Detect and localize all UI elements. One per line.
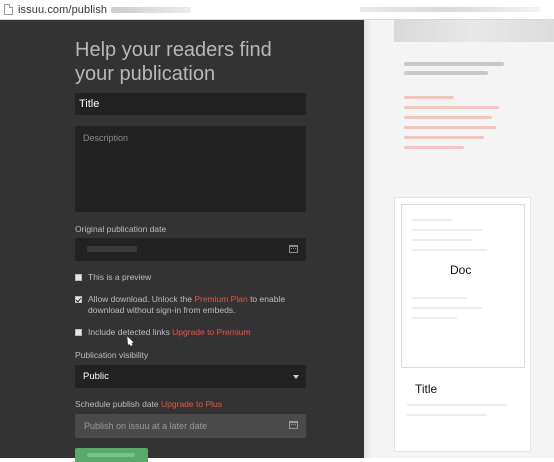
doc-line: [412, 249, 487, 251]
schedule-input[interactable]: Publish on issuu at a later date: [75, 414, 306, 438]
preview-header-blurred: [394, 20, 554, 42]
doc-line: [412, 297, 467, 299]
visibility-select[interactable]: Public: [75, 365, 306, 388]
calendar-icon[interactable]: [289, 421, 298, 429]
schedule-placeholder: Publish on issuu at a later date: [84, 421, 208, 431]
download-checkbox-row[interactable]: Allow download. Unlock the Premium Plan …: [75, 294, 310, 316]
date-value-blurred: [87, 246, 137, 252]
schedule-label-row: Schedule publish date Upgrade to Plus: [75, 399, 222, 409]
url-text[interactable]: issuu.com/publish: [18, 4, 107, 16]
original-date-label: Original publication date: [75, 224, 167, 234]
publish-button[interactable]: [75, 448, 148, 462]
publication-preview-area: Doc Title: [364, 20, 554, 458]
upgrade-premium-link[interactable]: Upgrade to Premium: [172, 327, 250, 338]
panel-heading: Help your readers find your publication: [75, 39, 272, 85]
publish-button-label-blurred: [87, 453, 135, 457]
preview-checkbox-label: This is a preview: [88, 272, 152, 282]
url-blurred-segment: [111, 6, 192, 13]
panel-edge-shadow: [364, 20, 372, 458]
visibility-label: Publication visibility: [75, 350, 149, 360]
card-line: [407, 414, 487, 416]
doc-line: [412, 317, 457, 319]
doc-line: [412, 219, 452, 221]
download-checkbox[interactable]: [75, 296, 82, 303]
preview-checkbox[interactable]: [75, 274, 82, 281]
browser-address-bar[interactable]: issuu.com/publish: [0, 0, 554, 20]
card-title: Title: [415, 382, 438, 396]
download-checkbox-label: Allow download. Unlock the Premium Plan …: [88, 294, 310, 316]
premium-plan-link[interactable]: Premium Plan: [194, 294, 247, 304]
calendar-icon[interactable]: [289, 245, 298, 253]
doc-line: [412, 239, 472, 241]
doc-line: [412, 229, 482, 231]
links-checkbox-row[interactable]: Include detected links Upgrade to Premiu…: [75, 327, 251, 338]
upgrade-plus-link[interactable]: Upgrade to Plus: [161, 399, 222, 409]
card-line: [407, 404, 507, 406]
chevron-down-icon: [293, 375, 299, 379]
original-date-input[interactable]: [75, 238, 306, 261]
publish-details-panel: Help your readers find your publication …: [0, 20, 364, 462]
document-thumbnail[interactable]: Doc: [401, 204, 525, 368]
publication-card[interactable]: Doc Title: [394, 197, 531, 452]
download-label-prefix: Allow download. Unlock the: [88, 294, 195, 304]
title-input[interactable]: Title: [75, 93, 306, 115]
preview-text-blurred: [404, 96, 524, 156]
description-textarea[interactable]: Description: [75, 126, 306, 212]
links-checkbox[interactable]: [75, 329, 82, 336]
preview-checkbox-row[interactable]: This is a preview: [75, 272, 151, 283]
doc-line: [412, 307, 482, 309]
preview-heading-blurred: [404, 62, 514, 84]
schedule-label: Schedule publish date: [75, 399, 159, 409]
browser-toolbar-blurred: [360, 7, 540, 12]
visibility-value: Public: [83, 371, 109, 382]
doc-label: Doc: [450, 263, 472, 277]
page-icon: [4, 4, 13, 15]
